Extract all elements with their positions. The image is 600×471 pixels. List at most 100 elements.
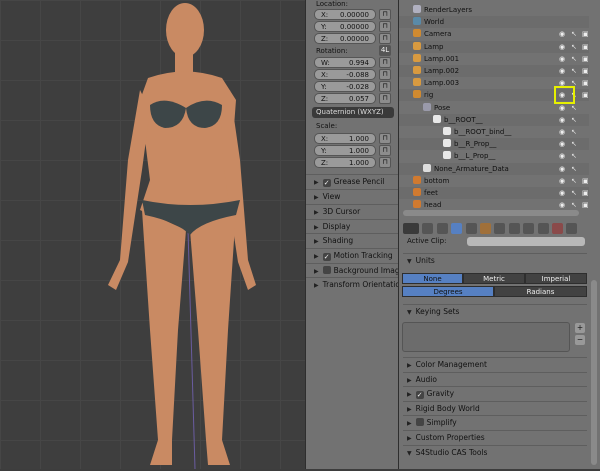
keying-sets-header[interactable]: ▼ Keying Sets: [403, 304, 587, 318]
lock-icon[interactable]: ⊓: [379, 69, 391, 80]
visibility-eye-icon[interactable]: ◉: [559, 28, 565, 40]
add-keying-set-button[interactable]: +: [575, 323, 585, 333]
panel-motion-tracking[interactable]: ▶ ✓ Motion Tracking: [306, 248, 399, 263]
location-y-field[interactable]: Y: 0.00000: [314, 21, 376, 32]
rotation-x-field[interactable]: X: -0.088: [314, 69, 376, 80]
render-camera-icon[interactable]: ▣: [582, 41, 589, 53]
rotation-z-field[interactable]: Z: 0.057: [314, 93, 376, 104]
3d-viewport[interactable]: [0, 0, 305, 470]
rotation-mode-select[interactable]: Quaternion (WXYZ): [312, 107, 394, 118]
lock-icon[interactable]: ⊓: [379, 33, 391, 44]
location-x-field[interactable]: X: 0.00000: [314, 9, 376, 20]
selectable-arrow-icon[interactable]: ↖: [571, 150, 577, 162]
visibility-eye-icon[interactable]: ◉: [559, 163, 565, 175]
vertical-scrollbar[interactable]: [591, 280, 597, 465]
selectable-arrow-icon[interactable]: ↖: [571, 53, 577, 65]
panel-shading[interactable]: ▶ Shading: [306, 233, 399, 248]
texture-tab-icon[interactable]: [551, 223, 563, 234]
outliner-row[interactable]: World: [399, 16, 589, 29]
scale-y-field[interactable]: Y: 1.000: [314, 145, 376, 156]
render-camera-icon[interactable]: ▣: [582, 199, 589, 211]
horizontal-scrollbar[interactable]: [403, 210, 579, 216]
object-tab-icon[interactable]: [479, 223, 491, 234]
outliner-row[interactable]: Lamp ◉ ↖ ▣: [399, 40, 589, 53]
constraints-tab-icon[interactable]: [494, 223, 506, 234]
radians-button[interactable]: Radians: [494, 286, 587, 297]
panel-gravity[interactable]: ▶ ✓ Gravity: [403, 386, 587, 400]
visibility-eye-icon[interactable]: ◉: [559, 138, 565, 150]
lock-icon[interactable]: ⊓: [379, 157, 391, 168]
lock-icon[interactable]: ⊓: [379, 133, 391, 144]
panel-background-images[interactable]: ▶ Background Imag: [306, 263, 399, 278]
bone-constraints-tab-icon[interactable]: [537, 223, 549, 234]
outliner-row[interactable]: b__L_Prop__ ◉ ↖: [399, 150, 589, 162]
selectable-arrow-icon[interactable]: ↖: [571, 65, 577, 77]
selectable-arrow-icon[interactable]: ↖: [571, 28, 577, 40]
visibility-eye-icon[interactable]: ◉: [559, 150, 565, 162]
selectable-arrow-icon[interactable]: ↖: [571, 126, 577, 138]
unit-imperial-button[interactable]: Imperial: [525, 273, 587, 284]
checkbox[interactable]: ✓: [415, 391, 424, 400]
visibility-eye-icon[interactable]: ◉: [559, 187, 565, 199]
world-tab-icon[interactable]: [465, 223, 477, 234]
lock-icon[interactable]: ⊓: [379, 93, 391, 104]
rotation-w-field[interactable]: W: 0.994: [314, 57, 376, 68]
checkbox[interactable]: ✓: [322, 179, 331, 187]
outliner-row[interactable]: RenderLayers: [399, 4, 589, 16]
panel-grease-pencil[interactable]: ▶ ✓ Grease Pencil: [306, 174, 399, 189]
checkbox[interactable]: [322, 266, 331, 274]
bone-tab-icon[interactable]: [523, 223, 535, 234]
panel-rigid-body-world[interactable]: ▶ Rigid Body World: [403, 400, 587, 415]
visibility-eye-icon[interactable]: ◉: [559, 126, 565, 138]
render-camera-icon[interactable]: ▣: [582, 175, 589, 187]
selectable-arrow-icon[interactable]: ↖: [571, 163, 577, 175]
outliner-row[interactable]: Camera ◉ ↖ ▣: [399, 28, 589, 40]
scale-x-field[interactable]: X: 1.000: [314, 133, 376, 144]
remove-keying-set-button[interactable]: −: [575, 335, 585, 345]
units-header[interactable]: ▼ Units: [403, 253, 587, 267]
visibility-eye-icon[interactable]: ◉: [559, 65, 565, 77]
outliner-row[interactable]: feet ◉ ↖ ▣: [399, 187, 589, 199]
selectable-arrow-icon[interactable]: ↖: [571, 41, 577, 53]
degrees-button[interactable]: Degrees: [402, 286, 494, 297]
render-camera-icon[interactable]: ▣: [582, 77, 589, 89]
keying-sets-list[interactable]: [402, 322, 570, 352]
lock-icon[interactable]: ⊓: [379, 9, 391, 20]
unit-none-button[interactable]: None: [402, 273, 463, 284]
outliner-row[interactable]: Lamp.001 ◉ ↖ ▣: [399, 53, 589, 65]
physics-tab-icon[interactable]: [566, 223, 578, 234]
active-clip-field[interactable]: [467, 237, 585, 246]
render-camera-icon[interactable]: ▣: [582, 65, 589, 77]
lock-icon[interactable]: ⊓: [379, 81, 391, 92]
panel-display[interactable]: ▶ Display: [306, 219, 399, 234]
selectable-arrow-icon[interactable]: ↖: [571, 187, 577, 199]
panel-audio[interactable]: ▶ Audio: [403, 371, 587, 386]
outliner-row[interactable]: None_Armature_Data ◉ ↖: [399, 162, 589, 175]
render-camera-icon[interactable]: ▣: [582, 53, 589, 65]
panel-s4studio-cas-tools[interactable]: ▼ S4Studio CAS Tools: [403, 444, 587, 459]
4l-lock-toggle[interactable]: 4L: [379, 45, 391, 56]
render-camera-icon[interactable]: ▣: [582, 89, 589, 101]
render-layers-tab-icon[interactable]: [436, 223, 448, 234]
checkbox[interactable]: ✓: [322, 253, 331, 261]
lock-icon[interactable]: ⊓: [379, 21, 391, 32]
render-camera-icon[interactable]: ▣: [582, 187, 589, 199]
checkbox[interactable]: [415, 418, 424, 427]
render-camera-icon[interactable]: ▣: [582, 28, 589, 40]
visibility-eye-icon[interactable]: ◉: [559, 114, 565, 126]
selectable-arrow-icon[interactable]: ↖: [571, 114, 577, 126]
outliner-row[interactable]: bottom ◉ ↖ ▣: [399, 175, 589, 187]
panel-color-management[interactable]: ▶ Color Management: [403, 357, 587, 371]
selectable-arrow-icon[interactable]: ↖: [571, 138, 577, 150]
outliner-row[interactable]: Lamp.002 ◉ ↖ ▣: [399, 65, 589, 77]
panel-simplify[interactable]: ▶ Simplify: [403, 415, 587, 429]
panel-view[interactable]: ▶ View: [306, 189, 399, 204]
lock-icon[interactable]: ⊓: [379, 145, 391, 156]
visibility-eye-icon[interactable]: ◉: [559, 41, 565, 53]
location-z-field[interactable]: Z: 0.00000: [314, 33, 376, 44]
armature-tab-icon[interactable]: [508, 223, 520, 234]
panel-transform-orientation[interactable]: ▶ Transform Orientation: [306, 277, 399, 292]
visibility-eye-icon[interactable]: ◉: [559, 53, 565, 65]
unit-metric-button[interactable]: Metric: [463, 273, 525, 284]
scale-z-field[interactable]: Z: 1.000: [314, 157, 376, 168]
